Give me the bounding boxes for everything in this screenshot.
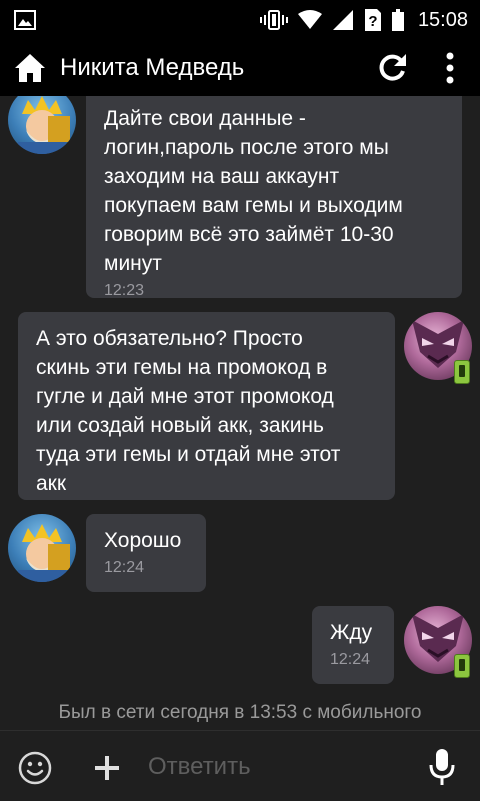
refresh-icon[interactable] xyxy=(376,52,408,84)
message-time: 12:24 xyxy=(104,559,145,576)
sim-unknown-icon: ? xyxy=(364,9,381,31)
incoming-message[interactable]: Хорошо 12:24 xyxy=(86,514,206,592)
more-menu-icon[interactable] xyxy=(438,50,462,86)
message-text: Жду xyxy=(330,621,373,644)
status-bar: ? 15:08 xyxy=(0,0,480,40)
message-composer xyxy=(0,730,480,801)
king-avatar-image xyxy=(18,524,70,582)
plus-icon[interactable] xyxy=(92,753,122,783)
incoming-message[interactable]: Дайте свои данные - логин,пароль после э… xyxy=(86,96,462,299)
mobile-online-badge xyxy=(454,360,470,384)
outgoing-message[interactable]: Жду 12:24 xyxy=(312,606,394,684)
image-icon xyxy=(14,10,36,30)
chat-title: Никита Медведь xyxy=(60,54,245,81)
mobile-online-badge xyxy=(454,654,470,678)
signal-icon xyxy=(332,10,353,30)
chat-header: Никита Медведь xyxy=(0,40,480,96)
message-text: А это обязательно? Просто скинь эти гемы… xyxy=(36,327,341,495)
status-time: 15:08 xyxy=(417,8,468,31)
message-time: 12:24 xyxy=(330,651,371,668)
battery-icon xyxy=(391,9,404,31)
message-text: Хорошо xyxy=(104,529,182,552)
king-avatar-image xyxy=(18,96,70,154)
message-list[interactable]: Дайте свои данные - логин,пароль после э… xyxy=(0,96,480,730)
outgoing-message[interactable]: А это обязательно? Просто скинь эти гемы… xyxy=(18,312,395,500)
wifi-icon xyxy=(297,10,322,29)
contact-avatar[interactable] xyxy=(8,96,76,154)
microphone-icon[interactable] xyxy=(428,747,456,787)
message-text: Дайте свои данные - логин,пароль после э… xyxy=(104,107,403,275)
smile-icon[interactable] xyxy=(18,751,52,785)
message-time: 12:23 xyxy=(104,282,145,299)
contact-avatar[interactable] xyxy=(8,514,76,582)
vibrate-icon xyxy=(259,10,288,30)
reply-input[interactable] xyxy=(146,747,420,787)
last-seen-status: Был в сети сегодня в 13:53 с мобильного xyxy=(58,702,422,723)
home-icon[interactable] xyxy=(14,52,46,84)
svg-text:?: ? xyxy=(368,13,377,30)
